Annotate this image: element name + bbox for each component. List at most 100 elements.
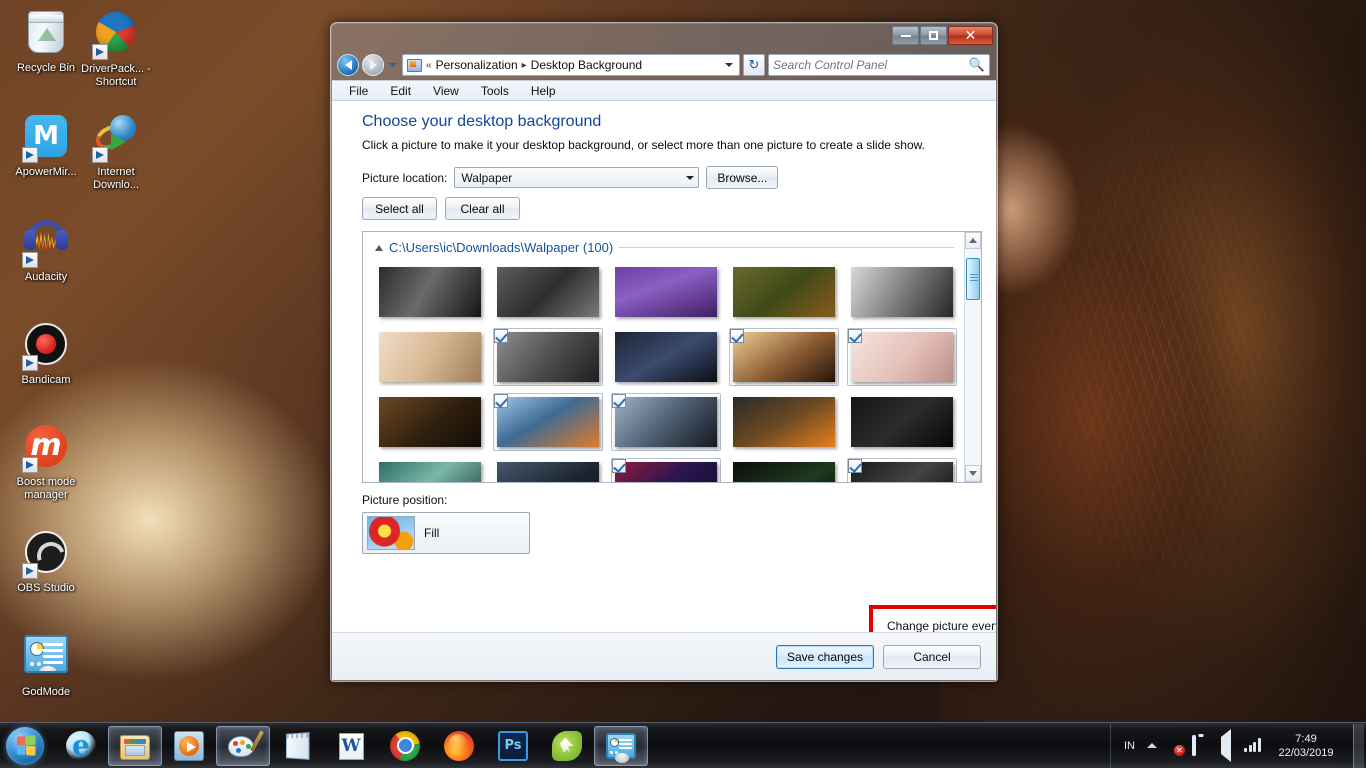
signal-strength-icon[interactable]	[1244, 737, 1261, 754]
close-button[interactable]: ✕	[948, 26, 993, 45]
desktop-icon-recycle-bin[interactable]: Recycle Bin	[8, 8, 84, 75]
control-panel-window[interactable]: ✕ « Personalization ▸ Desktop Background…	[330, 22, 998, 682]
menu-view[interactable]: View	[430, 83, 462, 99]
wallpaper-thumbnail[interactable]	[611, 393, 721, 451]
wallpaper-thumbnail[interactable]	[493, 263, 603, 321]
wallpaper-thumbnail[interactable]	[847, 328, 957, 386]
menu-edit[interactable]: Edit	[387, 83, 414, 99]
show-hidden-icons-chevron-icon[interactable]	[1147, 743, 1157, 748]
wallpaper-thumbnail[interactable]	[847, 458, 957, 482]
picture-position-select[interactable]: Fill	[362, 512, 530, 554]
back-button[interactable]	[337, 54, 359, 76]
desktop-icon-internet-download-manager[interactable]: Internet Downlo...	[78, 112, 154, 192]
network-icon[interactable]: ✕	[1166, 737, 1185, 756]
taskbar[interactable]: IN ✕ 7:49 22/03/2019	[0, 722, 1366, 768]
maximize-button[interactable]	[920, 26, 947, 45]
breadcrumb-item-desktop-background[interactable]: Desktop Background	[531, 58, 642, 72]
wallpaper-thumbnail-checkbox[interactable]	[494, 394, 508, 408]
wallpaper-thumbnail[interactable]	[611, 458, 721, 482]
language-indicator[interactable]: IN	[1121, 740, 1138, 752]
wallpaper-thumbnail-checkbox[interactable]	[612, 459, 626, 473]
apowermirror-icon	[22, 115, 70, 163]
wallpaper-thumbnail[interactable]	[493, 458, 603, 482]
wallpaper-thumbnail[interactable]	[729, 263, 839, 321]
gallery-scrollbar[interactable]	[964, 232, 981, 482]
save-changes-button[interactable]: Save changes	[776, 644, 874, 669]
desktop[interactable]: Recycle Bin DriverPack... - Shortcut Apo…	[0, 0, 1366, 768]
desktop-icon-driverpack[interactable]: DriverPack... - Shortcut	[78, 8, 154, 89]
scrollbar-track[interactable]	[965, 249, 981, 465]
wallpaper-thumbnail-checkbox[interactable]	[494, 329, 508, 343]
wallpaper-thumbnail[interactable]	[493, 328, 603, 386]
minimize-button[interactable]	[892, 26, 919, 45]
wallpaper-thumbnail[interactable]	[375, 263, 485, 321]
recent-pages-dropdown[interactable]	[387, 63, 399, 67]
wallpaper-thumbnail[interactable]	[729, 328, 839, 386]
taskbar-item-internet-explorer[interactable]	[54, 726, 108, 766]
wallpaper-thumbnail-image	[733, 397, 835, 447]
wallpaper-thumbnail[interactable]	[611, 263, 721, 321]
menu-tools[interactable]: Tools	[478, 83, 512, 99]
forward-button[interactable]	[362, 54, 384, 76]
shortcut-arrow-icon	[22, 147, 38, 163]
wallpaper-thumbnail-checkbox[interactable]	[848, 459, 862, 473]
wallpaper-thumbnail-checkbox[interactable]	[848, 329, 862, 343]
wallpaper-thumbnail-checkbox[interactable]	[730, 329, 744, 343]
wallpaper-thumbnail[interactable]	[375, 328, 485, 386]
clear-all-button[interactable]: Clear all	[445, 197, 520, 220]
wallpaper-thumbnail[interactable]	[375, 458, 485, 482]
start-button[interactable]	[0, 724, 50, 768]
desktop-icon-godmode[interactable]: GodMode	[8, 630, 84, 699]
taskbar-item-photoshop[interactable]	[486, 726, 540, 766]
wallpaper-thumbnail-checkbox[interactable]	[612, 394, 626, 408]
menu-file[interactable]: File	[346, 83, 371, 99]
taskbar-item-notepad[interactable]	[270, 726, 324, 766]
system-tray: IN ✕ 7:49 22/03/2019	[1110, 723, 1366, 768]
wallpaper-thumbnail[interactable]	[493, 393, 603, 451]
wallpaper-thumbnail[interactable]	[611, 328, 721, 386]
desktop-icon-obs-studio[interactable]: OBS Studio	[8, 528, 84, 595]
wallpaper-thumbnail[interactable]	[847, 393, 957, 451]
cancel-button[interactable]: Cancel	[883, 644, 981, 669]
taskbar-item-windows-media-player[interactable]	[162, 726, 216, 766]
browse-button[interactable]: Browse...	[706, 166, 779, 189]
volume-icon[interactable]	[1218, 729, 1235, 762]
scrollbar-thumb[interactable]	[966, 257, 980, 300]
breadcrumb-overflow[interactable]: «	[426, 60, 432, 71]
address-dropdown-icon[interactable]	[721, 55, 737, 75]
wallpaper-thumbnail[interactable]	[375, 393, 485, 451]
menu-help[interactable]: Help	[528, 83, 559, 99]
wallpaper-gallery[interactable]: C:\Users\ic\Downloads\Walpaper (100)	[362, 231, 982, 483]
desktop-icon-audacity[interactable]: Audacity	[8, 216, 84, 284]
search-input[interactable]	[773, 58, 965, 72]
collapse-triangle-icon[interactable]	[375, 244, 383, 251]
taskbar-item-green-app[interactable]	[540, 726, 594, 766]
taskbar-item-windows-explorer[interactable]	[108, 725, 162, 766]
desktop-icon-apowermirror[interactable]: ApowerMir...	[8, 112, 84, 179]
taskbar-item-google-chrome[interactable]	[378, 726, 432, 766]
internet-download-manager-icon	[91, 115, 140, 163]
show-desktop-button[interactable]	[1353, 723, 1364, 768]
taskbar-item-godmode-control-panel[interactable]	[594, 725, 648, 766]
taskbar-item-microsoft-word[interactable]	[324, 726, 378, 766]
battery-icon[interactable]	[1192, 735, 1209, 756]
wallpaper-thumbnail[interactable]	[729, 393, 839, 451]
wallpaper-thumbnail[interactable]	[847, 263, 957, 321]
select-all-button[interactable]: Select all	[362, 197, 437, 220]
wallpaper-thumbnail[interactable]	[729, 458, 839, 482]
breadcrumb-item-personalization[interactable]: Personalization	[436, 58, 518, 72]
window-titlebar[interactable]: ✕	[332, 24, 996, 50]
clock[interactable]: 7:49 22/03/2019	[1270, 732, 1344, 760]
taskbar-item-mozilla-firefox[interactable]	[432, 726, 486, 766]
desktop-icon-boost-mode-manager[interactable]: Boost mode manager	[8, 422, 84, 502]
scroll-up-button[interactable]	[965, 232, 981, 249]
desktop-icon-bandicam[interactable]: Bandicam	[8, 320, 84, 387]
scroll-down-button[interactable]	[965, 465, 981, 482]
taskbar-item-paint[interactable]	[216, 725, 270, 766]
refresh-button[interactable]: ↻	[743, 54, 765, 76]
address-bar[interactable]: « Personalization ▸ Desktop Background	[402, 54, 740, 76]
picture-location-select[interactable]: Walpaper	[454, 167, 700, 188]
wallpaper-thumbnail-image	[733, 332, 835, 382]
search-box[interactable]: 🔍	[768, 54, 990, 76]
gallery-group-header[interactable]: C:\Users\ic\Downloads\Walpaper (100)	[375, 240, 964, 255]
